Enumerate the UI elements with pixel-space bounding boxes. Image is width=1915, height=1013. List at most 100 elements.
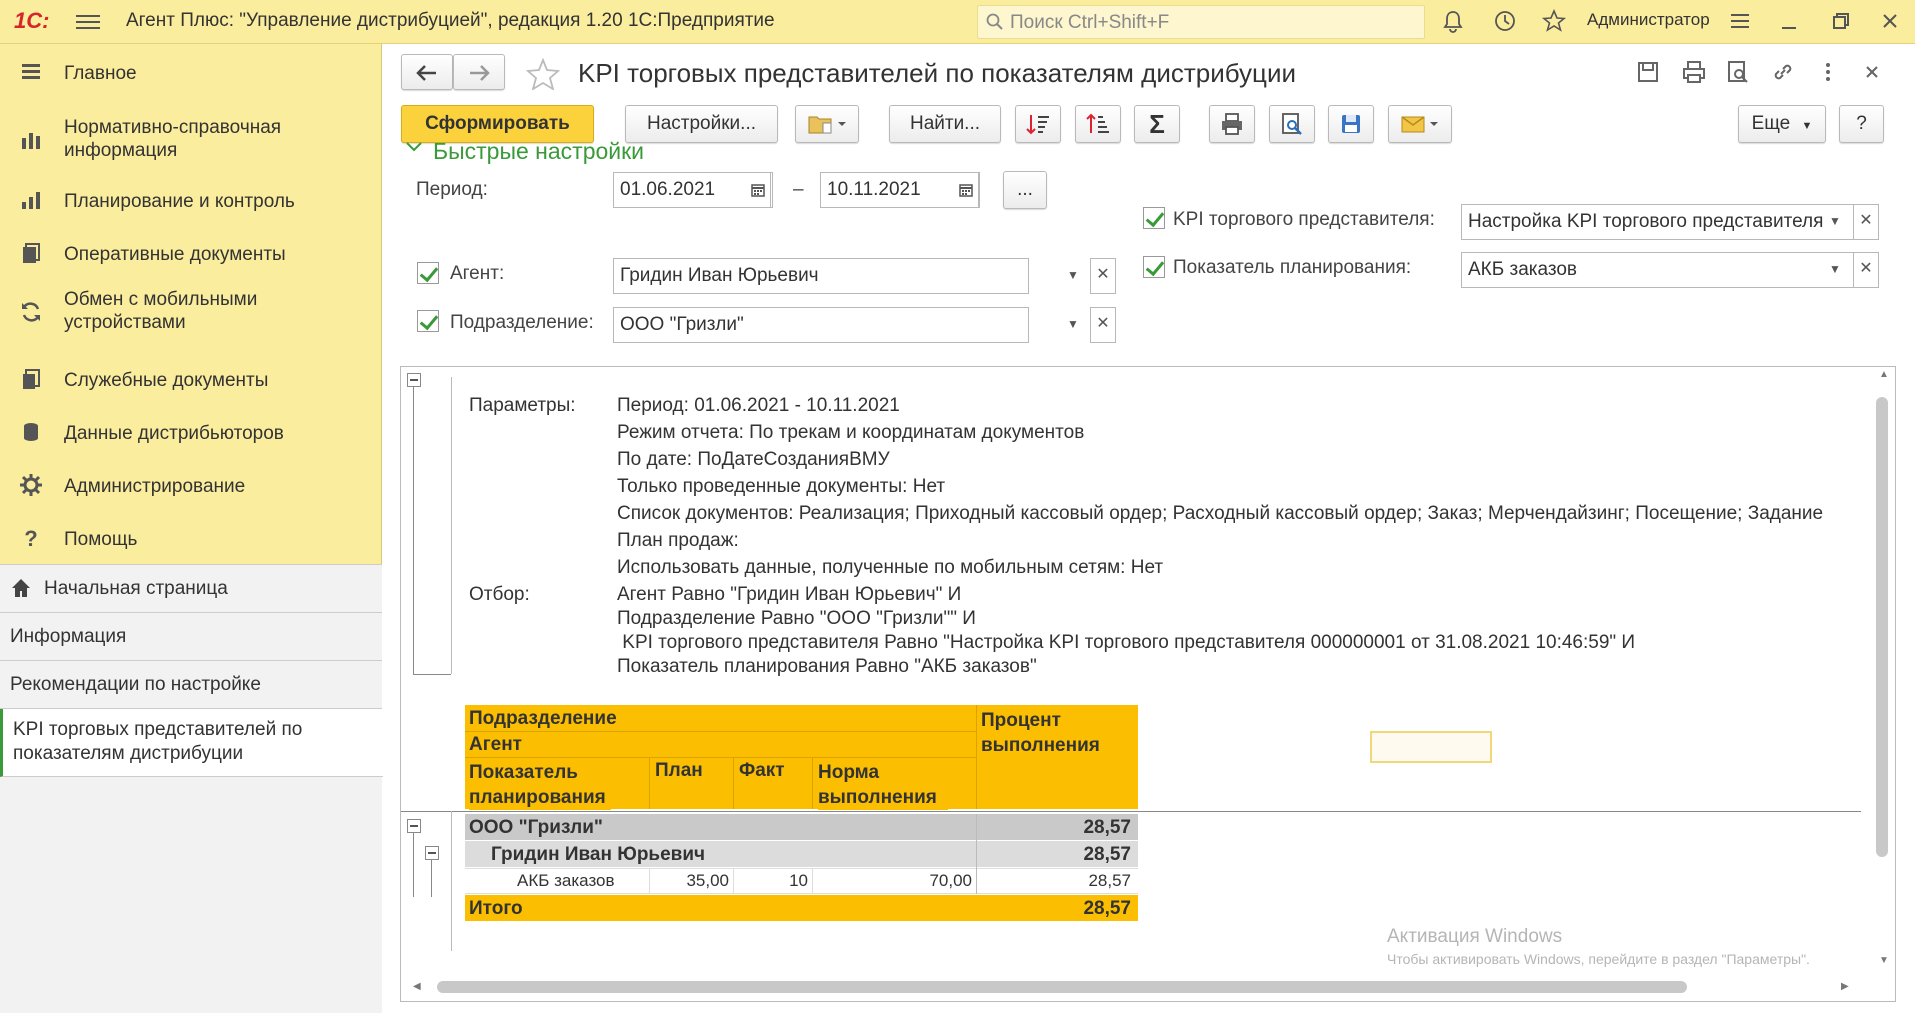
search-input[interactable]: Поиск Ctrl+Shift+F	[977, 5, 1425, 39]
print-button[interactable]	[1209, 105, 1255, 143]
agent-dropdown-icon[interactable]: ▼	[1060, 258, 1086, 294]
help-button[interactable]: ?	[1839, 105, 1884, 143]
agent-clear-icon[interactable]: ✕	[1090, 258, 1116, 294]
open-window-info[interactable]: Информация	[0, 613, 382, 661]
calendar-icon[interactable]	[953, 172, 979, 208]
kpi-field[interactable]: Настройка KPI торгового представителя	[1461, 204, 1867, 240]
close-icon[interactable]	[1876, 8, 1904, 36]
sidebar-item-help[interactable]: ? Помощь	[0, 516, 382, 560]
sidebar-item-label: Планирование и контроль	[64, 191, 295, 212]
sidebar-item-distributor-data[interactable]: Данные дистрибьюторов	[0, 410, 382, 454]
more-button[interactable]: Еще ▼	[1738, 105, 1826, 143]
collapse-params-icon[interactable]	[407, 373, 421, 387]
main-menu-icon[interactable]	[76, 11, 100, 31]
save-button[interactable]	[1328, 105, 1374, 143]
sidebar-item-mobile-exchange[interactable]: Обмен с мобильными устройствами	[0, 282, 382, 342]
print-icon[interactable]	[1681, 60, 1707, 90]
restore-icon[interactable]	[1827, 8, 1855, 36]
documents-icon	[18, 241, 44, 267]
division-dropdown-icon[interactable]: ▼	[1060, 307, 1086, 343]
collapse-agent-icon[interactable]	[425, 846, 439, 860]
settings-lines-icon[interactable]	[1726, 8, 1754, 36]
more-vertical-icon[interactable]	[1816, 60, 1840, 90]
minimize-icon[interactable]	[1775, 8, 1803, 36]
sort-desc-button[interactable]	[1015, 105, 1061, 143]
history-icon[interactable]	[1491, 8, 1519, 36]
save-to-disk-icon[interactable]	[1636, 60, 1660, 90]
division-checkbox[interactable]	[417, 310, 439, 332]
sidebar-item-main[interactable]: Главное	[0, 50, 382, 94]
horizontal-scrollbar[interactable]	[437, 981, 1687, 993]
star-icon[interactable]	[1540, 8, 1568, 36]
agent-field[interactable]: Гридин Иван Юрьевич	[613, 258, 1029, 294]
sort-asc-button[interactable]	[1075, 105, 1121, 143]
close-form-icon[interactable]	[1860, 60, 1884, 90]
sidebar-item-planning[interactable]: Планирование и контроль	[0, 178, 382, 222]
settings-button[interactable]: Настройки...	[625, 105, 778, 143]
link-icon[interactable]	[1771, 60, 1795, 90]
open-window-recommendations[interactable]: Рекомендации по настройке	[0, 661, 382, 709]
sidebar-item-service-docs[interactable]: Служебные документы	[0, 357, 382, 401]
sidebar-item-label: Оперативные документы	[64, 244, 286, 265]
title-bar: 1С: Агент Плюс: "Управление дистрибуцией…	[0, 0, 1915, 44]
division-clear-icon[interactable]: ✕	[1090, 307, 1116, 343]
total-label: Итого	[469, 898, 523, 920]
scroll-down-icon[interactable]: ▼	[1879, 955, 1889, 966]
filter-line: Агент Равно "Гридин Иван Юрьевич" И	[617, 584, 962, 605]
period-select-button[interactable]: ...	[1003, 171, 1047, 209]
agent-checkbox[interactable]	[417, 262, 439, 284]
param-line: Режим отчета: По трекам и координатам до…	[617, 422, 1085, 443]
sidebar-item-reference[interactable]: Нормативно-справочная информация	[0, 110, 382, 170]
sidebar-item-administration[interactable]: Администрирование	[0, 463, 382, 507]
folder-icon	[808, 116, 846, 134]
collapse-division-icon[interactable]	[407, 819, 421, 833]
indicator-label: Показатель планирования:	[1173, 257, 1412, 278]
division-field[interactable]: ООО "Гризли"	[613, 307, 1029, 343]
indicator-clear-icon[interactable]: ✕	[1853, 252, 1879, 288]
report-spreadsheet[interactable]: Параметры: Период: 01.06.2021 - 10.11.20…	[400, 366, 1896, 1002]
scroll-left-icon[interactable]: ◀	[413, 981, 421, 992]
back-button[interactable]	[401, 54, 453, 90]
service-docs-icon	[18, 367, 44, 393]
chevron-down-icon[interactable]	[405, 140, 423, 159]
user-name[interactable]: Администратор	[1587, 10, 1710, 30]
param-line: Период: 01.06.2021 - 10.11.2021	[617, 395, 900, 416]
kpi-checkbox[interactable]	[1143, 207, 1165, 229]
param-line: По дате: ПоДатеСозданияВМУ	[617, 449, 890, 470]
selected-cell[interactable]	[1370, 731, 1492, 763]
kpi-dropdown-icon[interactable]: ▼	[1822, 204, 1848, 240]
calendar-icon[interactable]	[745, 172, 771, 208]
forward-button[interactable]	[453, 54, 505, 90]
print-preview-button[interactable]	[1269, 105, 1315, 143]
scroll-up-icon[interactable]: ▲	[1879, 369, 1889, 380]
filter-line: KPI торгового представителя Равно "Настр…	[617, 632, 1636, 653]
agent-percent: 28,57	[1001, 844, 1131, 866]
arrow-left-icon	[416, 65, 436, 81]
variants-button[interactable]	[795, 105, 859, 143]
indicator-field[interactable]: АКБ заказов	[1461, 252, 1867, 288]
sync-icon	[18, 300, 44, 326]
open-window-home[interactable]: Начальная страница	[0, 565, 382, 613]
windows-activation-subtitle: Чтобы активировать Windows, перейдите в …	[1387, 951, 1810, 967]
preview-icon[interactable]	[1726, 60, 1750, 90]
search-icon	[986, 13, 1003, 30]
indicator-dropdown-icon[interactable]: ▼	[1822, 252, 1848, 288]
sum-button[interactable]: Σ	[1134, 105, 1180, 143]
favorite-star-icon[interactable]	[525, 57, 561, 96]
vertical-scrollbar[interactable]	[1876, 397, 1888, 857]
kpi-clear-icon[interactable]: ✕	[1853, 204, 1879, 240]
scroll-right-icon[interactable]: ▶	[1841, 981, 1849, 992]
sidebar-item-operational[interactable]: Оперативные документы	[0, 231, 382, 275]
send-email-button[interactable]	[1388, 105, 1452, 143]
open-window-kpi-report[interactable]: KPI торговых представителей по показател…	[0, 709, 383, 777]
magnifier-document-icon	[1282, 113, 1302, 135]
find-button[interactable]: Найти...	[889, 105, 1001, 143]
help-icon: ?	[24, 526, 38, 551]
bell-icon[interactable]	[1439, 8, 1467, 36]
indicator-checkbox[interactable]	[1143, 256, 1165, 278]
quick-settings-toggle[interactable]: Быстрые настройки	[433, 138, 644, 165]
sidebar-item-label: Главное	[64, 63, 137, 84]
param-line: Использовать данные, полученные по мобил…	[617, 557, 1164, 578]
detail-plan: 35,00	[686, 871, 729, 890]
detail-norm: 70,00	[929, 871, 972, 890]
